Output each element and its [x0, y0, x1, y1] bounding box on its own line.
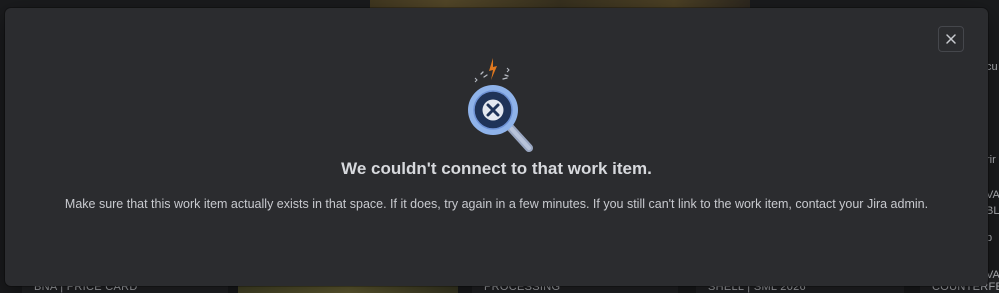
- modal-title: We couldn't connect to that work item.: [341, 159, 652, 178]
- close-icon: [946, 34, 956, 44]
- magnifier-error-icon: [468, 58, 533, 152]
- modal-message: Make sure that this work item actually e…: [64, 197, 929, 211]
- error-modal: We couldn't connect to that work item. M…: [5, 8, 988, 286]
- close-button[interactable]: [938, 26, 964, 52]
